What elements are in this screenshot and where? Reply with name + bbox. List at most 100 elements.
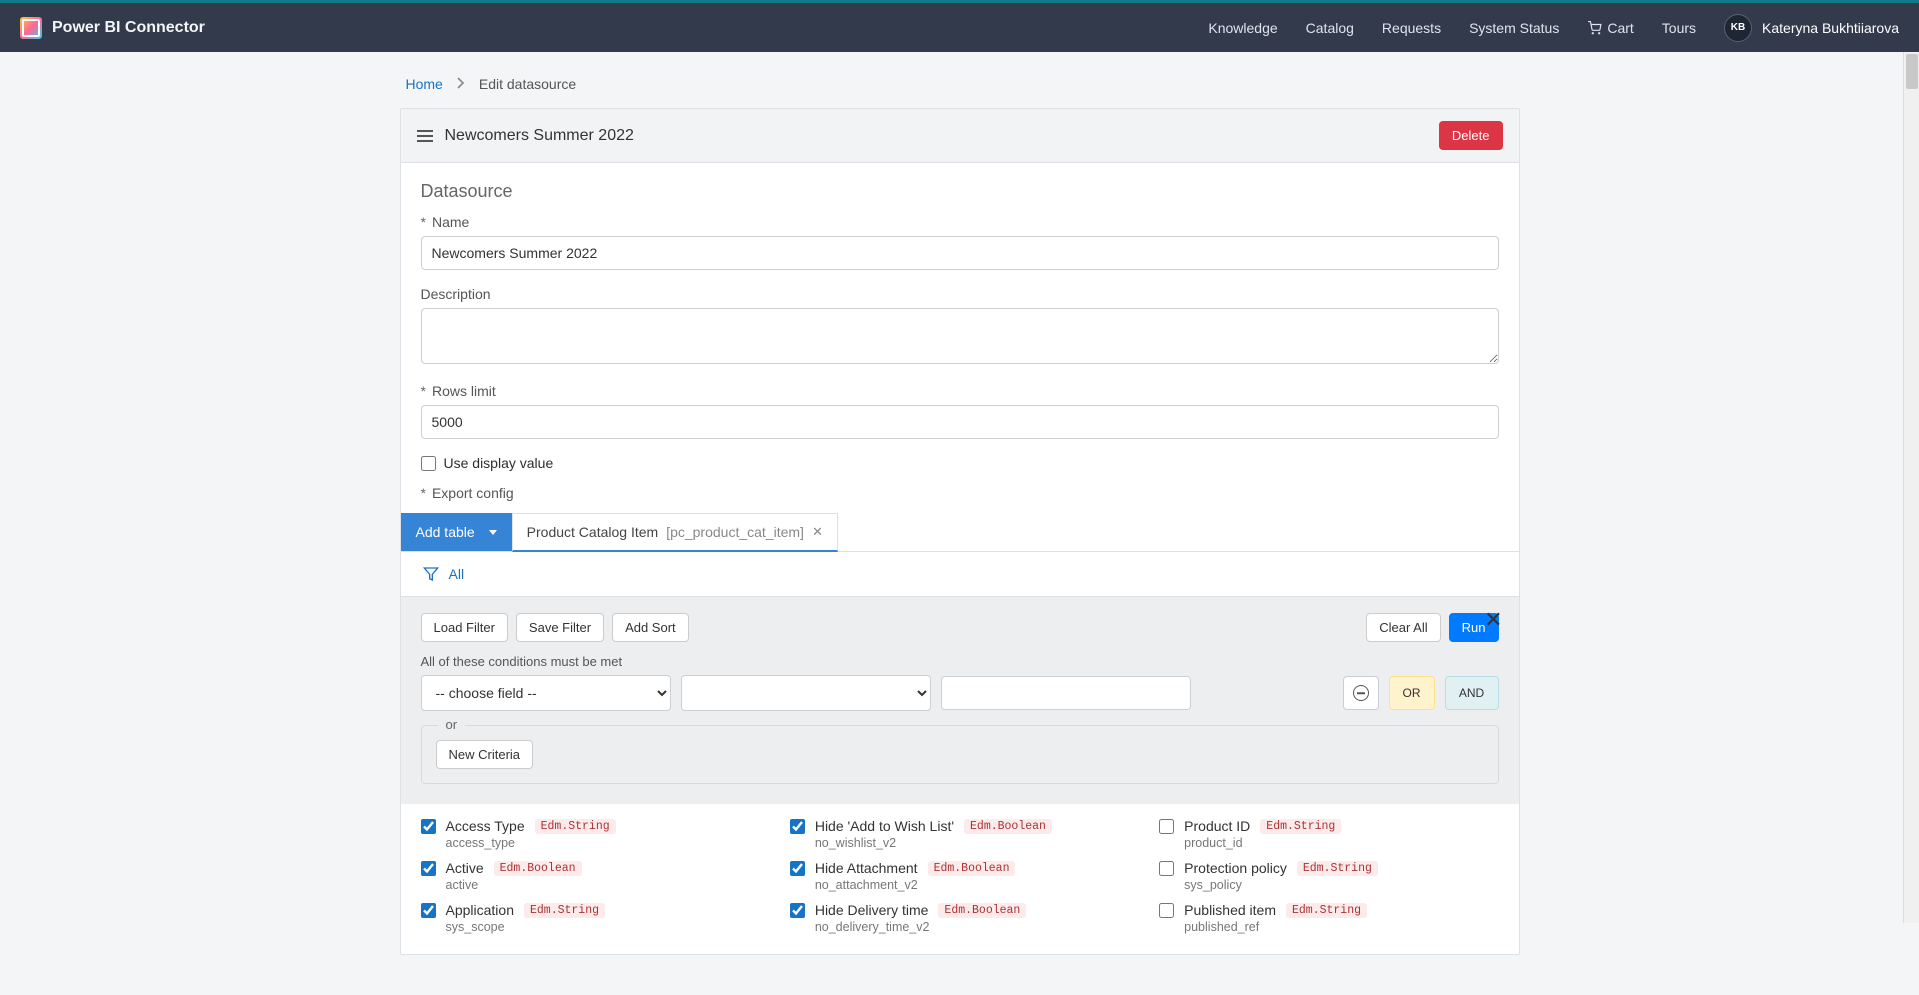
field-item: Hide Delivery timeEdm.Booleanno_delivery… (790, 902, 1129, 934)
nav-links: Knowledge Catalog Requests System Status… (1208, 14, 1899, 42)
field-code: product_id (1184, 836, 1498, 850)
field-code: sys_scope (446, 920, 760, 934)
description-label: Description (421, 286, 1499, 302)
field-item: Protection policyEdm.Stringsys_policy (1159, 860, 1498, 892)
cart-icon (1587, 21, 1602, 35)
nav-cart[interactable]: Cart (1587, 20, 1633, 36)
form-body: Datasource Name Description Rows limit U… (401, 163, 1519, 513)
or-button[interactable]: OR (1389, 676, 1435, 710)
conditions-header: All of these conditions must be met (421, 654, 1499, 669)
nav-tours[interactable]: Tours (1662, 20, 1696, 36)
nav-requests[interactable]: Requests (1382, 20, 1441, 36)
page-title: Newcomers Summer 2022 (445, 127, 634, 145)
breadcrumb-current: Edit datasource (479, 76, 576, 92)
field-label: Active (446, 860, 484, 876)
and-button[interactable]: AND (1445, 676, 1499, 710)
field-item: ApplicationEdm.Stringsys_scope (421, 902, 760, 934)
field-item: Access TypeEdm.Stringaccess_type (421, 818, 760, 850)
or-block: or New Criteria (421, 725, 1499, 784)
field-code: active (446, 878, 760, 892)
clear-all-button[interactable]: Clear All (1366, 613, 1440, 642)
field-checkbox[interactable] (790, 819, 805, 834)
page-content: Home Edit datasource Newcomers Summer 20… (370, 52, 1550, 995)
user-menu[interactable]: KB Kateryna Bukhtiiarova (1724, 14, 1899, 42)
tab-id: [pc_product_cat_item] (666, 524, 804, 540)
filter-icon[interactable] (423, 566, 439, 582)
remove-condition-button[interactable] (1343, 676, 1379, 710)
use-display-value-checkbox[interactable] (421, 456, 436, 471)
choose-field-select[interactable]: -- choose field -- (421, 675, 671, 711)
top-nav: Power BI Connector Knowledge Catalog Req… (0, 0, 1919, 52)
field-checkbox[interactable] (421, 903, 436, 918)
field-label: Hide 'Add to Wish List' (815, 818, 954, 834)
close-icon[interactable]: ✕ (812, 524, 823, 540)
rows-limit-input[interactable] (421, 405, 1499, 439)
type-badge: Edm.String (535, 819, 616, 834)
add-sort-button[interactable]: Add Sort (612, 613, 689, 642)
rows-limit-label: Rows limit (421, 383, 1499, 399)
close-filter-icon[interactable]: ✕ (1484, 607, 1502, 633)
chevron-right-icon (457, 76, 465, 92)
operator-select[interactable] (681, 675, 931, 711)
filter-panel: ✕ Load Filter Save Filter Add Sort Clear… (401, 596, 1519, 804)
table-tabs: Add table Product Catalog Item [pc_produ… (401, 513, 1519, 552)
tab-label: Product Catalog Item (527, 524, 659, 540)
name-label: Name (421, 214, 1499, 230)
app-logo-icon (20, 17, 42, 39)
type-badge: Edm.Boolean (964, 819, 1052, 834)
value-input[interactable] (941, 676, 1191, 710)
field-item: Active Edm.Boolean active (421, 860, 760, 892)
type-badge: Edm.String (1286, 903, 1367, 918)
type-badge: Edm.String (1297, 861, 1378, 876)
field-item: Product ID Edm.String product_id (1159, 818, 1498, 850)
brand: Power BI Connector (20, 17, 205, 39)
type-badge: Edm.String (524, 903, 605, 918)
nav-cart-label: Cart (1607, 20, 1633, 36)
type-badge: Edm.Boolean (494, 861, 582, 876)
field-code: access_type (446, 836, 760, 850)
menu-icon[interactable] (417, 130, 433, 142)
type-badge: Edm.String (1260, 819, 1341, 834)
type-badge: Edm.Boolean (928, 861, 1016, 876)
breadcrumb-home[interactable]: Home (406, 76, 443, 92)
fields-column-2: Hide 'Add to Wish List'Edm.Booleanno_wis… (790, 818, 1129, 944)
minus-circle-icon (1353, 685, 1369, 701)
section-title: Datasource (421, 181, 1499, 202)
fields-area: Access TypeEdm.Stringaccess_typeActiveEd… (401, 804, 1519, 954)
field-label: Product ID (1184, 818, 1250, 834)
new-criteria-button[interactable]: New Criteria (436, 740, 534, 769)
filter-all-link[interactable]: All (449, 566, 465, 582)
delete-button[interactable]: Delete (1439, 121, 1503, 150)
description-input[interactable] (421, 308, 1499, 364)
nav-knowledge[interactable]: Knowledge (1208, 20, 1277, 36)
type-badge: Edm.Boolean (938, 903, 1026, 918)
add-table-label: Add table (416, 524, 475, 540)
field-checkbox[interactable] (790, 903, 805, 918)
name-input[interactable] (421, 236, 1499, 270)
tab-product-catalog-item[interactable]: Product Catalog Item [pc_product_cat_ite… (512, 513, 838, 552)
field-checkbox[interactable] (1159, 903, 1174, 918)
field-code: no_attachment_v2 (815, 878, 1129, 892)
load-filter-button[interactable]: Load Filter (421, 613, 508, 642)
field-checkbox[interactable] (1159, 861, 1174, 876)
field-code: published_ref (1184, 920, 1498, 934)
nav-catalog[interactable]: Catalog (1306, 20, 1354, 36)
field-label: Hide Delivery time (815, 902, 929, 918)
save-filter-button[interactable]: Save Filter (516, 613, 604, 642)
panel-header: Newcomers Summer 2022 Delete (401, 109, 1519, 163)
app-title: Power BI Connector (52, 19, 205, 37)
field-checkbox[interactable] (790, 861, 805, 876)
field-item: Hide 'Add to Wish List'Edm.Booleanno_wis… (790, 818, 1129, 850)
main-panel: Newcomers Summer 2022 Delete Datasource … (400, 108, 1520, 955)
scrollbar-thumb[interactable] (1906, 54, 1918, 89)
field-checkbox[interactable] (1159, 819, 1174, 834)
field-item: Hide AttachmentEdm.Booleanno_attachment_… (790, 860, 1129, 892)
field-checkbox[interactable] (421, 861, 436, 876)
field-item: Published itemEdm.Stringpublished_ref (1159, 902, 1498, 934)
vertical-scrollbar[interactable] (1903, 52, 1919, 923)
nav-system-status[interactable]: System Status (1469, 20, 1559, 36)
user-name: Kateryna Bukhtiiarova (1762, 20, 1899, 36)
field-checkbox[interactable] (421, 819, 436, 834)
use-display-value-label: Use display value (444, 455, 554, 471)
add-table-button[interactable]: Add table (401, 513, 512, 551)
